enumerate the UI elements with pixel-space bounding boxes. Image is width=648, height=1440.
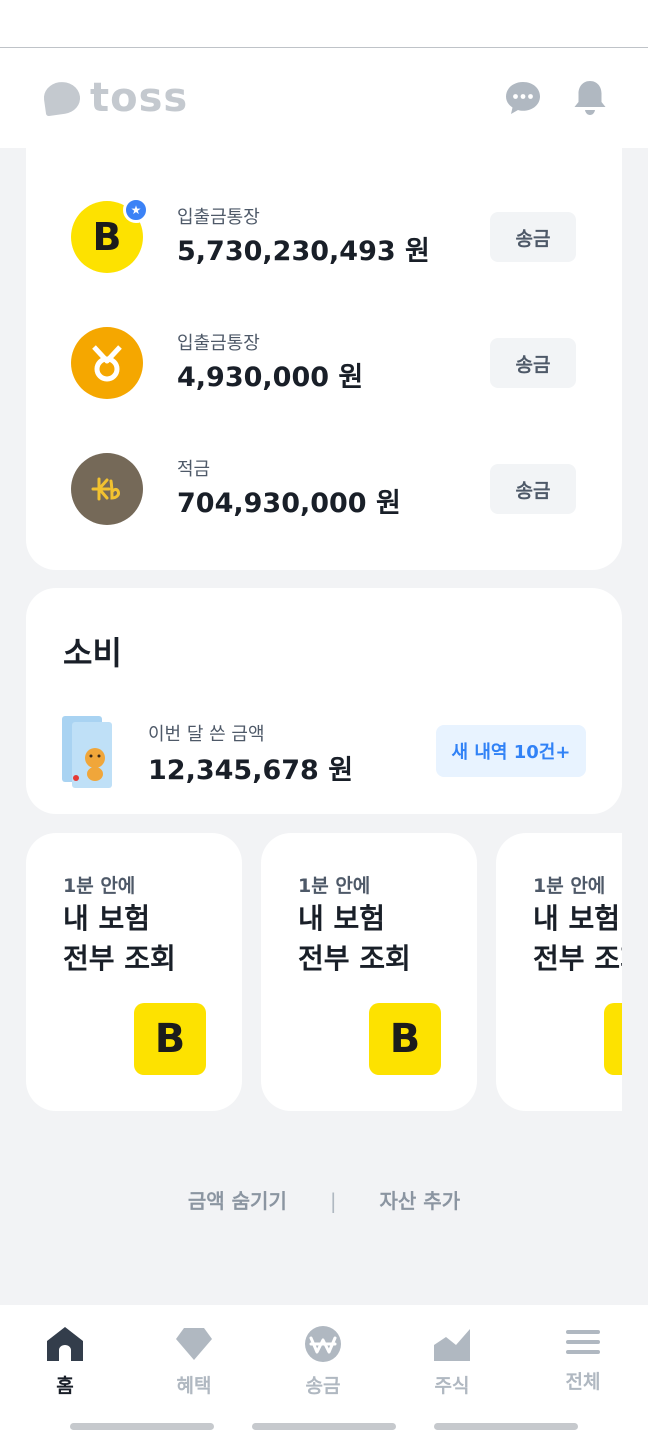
account-row[interactable]: B ★ 입출금통장 5,730,230,493 원 송금 xyxy=(26,187,622,287)
account-balance: 5,730,230,493 원 xyxy=(177,236,430,267)
kb-bank-logo xyxy=(71,453,143,525)
account-balance: 4,930,000 원 xyxy=(177,362,364,393)
tab-label: 홈 xyxy=(56,1375,74,1397)
spending-card[interactable]: 소비 이번 달 쓴 금액 12,345,678 원 새 내역 10건+ xyxy=(26,588,622,814)
app-header: toss xyxy=(0,48,648,148)
account-name: 입출금통장 xyxy=(177,333,260,354)
account-row[interactable]: 입출금통장 4,930,000 원 송금 xyxy=(26,313,622,413)
nav-pill[interactable] xyxy=(70,1423,214,1430)
tab-benefits[interactable]: 혜택 xyxy=(144,1325,244,1405)
promo-card[interactable]: 1분 안에 내 보험 전부 조회 B xyxy=(261,833,477,1111)
woori-bank-logo xyxy=(71,327,143,399)
spending-label: 이번 달 쓴 금액 xyxy=(148,724,265,745)
spending-amount: 12,345,678 원 xyxy=(148,755,354,786)
account-name: 입출금통장 xyxy=(177,207,260,228)
chart-icon xyxy=(434,1329,470,1361)
tab-home[interactable]: 홈 xyxy=(15,1325,115,1405)
system-nav-bar xyxy=(0,1415,648,1440)
home-icon xyxy=(47,1327,83,1361)
bell-icon[interactable] xyxy=(570,78,610,118)
promo-carousel[interactable]: 1분 안에 내 보험 전부 조회 B 1분 안에 내 보험 전부 조회 B 1분… xyxy=(26,833,622,1113)
tab-label: 주식 xyxy=(434,1375,470,1397)
send-button[interactable]: 송금 xyxy=(490,338,576,388)
promo-card[interactable]: 1분 안에 내 보험 전부 조회 B xyxy=(26,833,242,1111)
kakaobank-logo: B xyxy=(369,1003,441,1075)
tab-label: 송금 xyxy=(305,1375,341,1397)
accounts-card: B ★ 입출금통장 5,730,230,493 원 송금 입출금통장 4,930… xyxy=(26,100,622,570)
account-name: 적금 xyxy=(177,459,211,480)
tab-label: 전체 xyxy=(565,1371,601,1393)
add-asset-link[interactable]: 자산 추가 xyxy=(380,1189,461,1213)
promo-subtitle: 1분 안에 xyxy=(533,875,606,897)
nav-pill[interactable] xyxy=(434,1423,578,1430)
tab-stocks[interactable]: 주식 xyxy=(402,1325,502,1405)
section-title: 소비 xyxy=(63,634,122,672)
credit-card-image xyxy=(62,716,112,788)
account-balance: 704,930,000 원 xyxy=(177,488,401,519)
nav-pill[interactable] xyxy=(252,1423,396,1430)
promo-title: 내 보험 전부 조회 xyxy=(533,902,622,975)
promo-card[interactable]: 1분 안에 내 보험 전부 조회 B xyxy=(496,833,622,1111)
app-name: toss xyxy=(90,75,189,121)
won-icon xyxy=(305,1326,341,1362)
toss-logo: toss xyxy=(41,75,189,121)
toss-logo-icon xyxy=(41,79,83,117)
tab-transfer[interactable]: 송금 xyxy=(273,1325,373,1405)
status-bar xyxy=(0,0,648,48)
footer-links: 금액 숨기기 | 자산 추가 xyxy=(0,1185,648,1214)
send-button[interactable]: 송금 xyxy=(490,212,576,262)
tab-label: 혜택 xyxy=(176,1375,212,1397)
send-button[interactable]: 송금 xyxy=(490,464,576,514)
bottom-tab-bar: 홈 혜택 송금 주식 전체 xyxy=(0,1305,648,1415)
chat-icon[interactable] xyxy=(503,78,543,118)
tab-all[interactable]: 전체 xyxy=(533,1325,633,1405)
kakaobank-logo: B ★ xyxy=(71,197,149,273)
hide-amount-link[interactable]: 금액 숨기기 xyxy=(188,1189,287,1213)
promo-subtitle: 1분 안에 xyxy=(298,875,371,897)
star-icon: ★ xyxy=(123,197,149,223)
footer-separator: | xyxy=(329,1189,337,1213)
account-row[interactable]: 적금 704,930,000 원 송금 xyxy=(26,439,622,539)
kakaobank-logo: B xyxy=(604,1003,622,1075)
promo-subtitle: 1분 안에 xyxy=(63,875,136,897)
menu-icon xyxy=(566,1330,600,1354)
kakaobank-logo: B xyxy=(134,1003,206,1075)
diamond-icon xyxy=(176,1328,212,1360)
new-transactions-button[interactable]: 새 내역 10건+ xyxy=(436,725,586,777)
